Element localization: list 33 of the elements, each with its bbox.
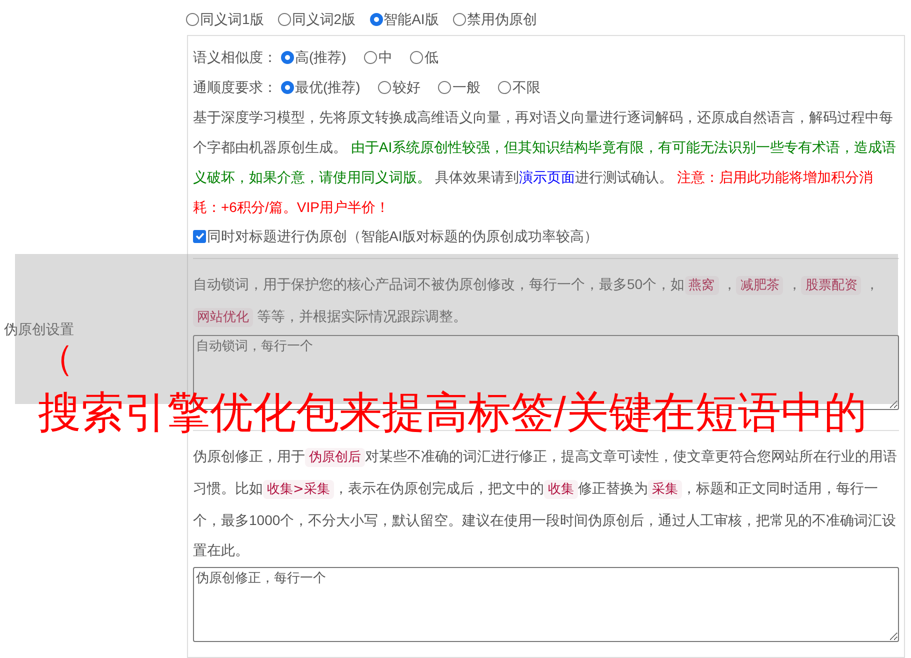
radio-button[interactable] [498,80,512,94]
radio-button[interactable] [281,80,294,94]
radio-button[interactable] [452,12,466,26]
option-label[interactable]: 同义词1版 [200,8,264,30]
radio-button[interactable] [281,50,294,64]
radio-button[interactable] [364,50,378,64]
option-label[interactable]: 一般 [452,76,480,98]
checkbox[interactable] [193,230,206,242]
section-label: 伪原创设置 [4,320,74,338]
checkbox-label[interactable]: 同时对标题进行伪原创（智能AI版对标题的伪原创成功率较高） [207,226,598,246]
lock-words-description: 自动锁词，用于保护您的核心产品词不被伪原创修改，每行一个，最多50个，如 燕窝 ， 减肥茶 ， 股票配资 ， 网站优化 等等，并根据实际情况跟踪调整。 [193,275,880,329]
radio-button[interactable] [370,12,383,26]
option-label[interactable]: 较好 [392,76,420,98]
option-label[interactable]: 同义词2版 [292,8,356,30]
option-label[interactable]: 智能AI版 [384,8,439,30]
radio-button[interactable] [278,12,291,26]
option-label[interactable]: 最优(推荐) [295,76,360,98]
radio-button[interactable] [438,80,452,94]
option-label[interactable]: 中 [378,46,392,68]
option-label[interactable]: 不限 [512,76,540,98]
correction-description: 伪原创修正，用于 伪原创后 对某些不准确的词汇进行修正，提高文章可读性，使文章更符合您网站所在行业的用语习惯。比如 收集>采集 ，表示在伪原创完成后，把文中的 收集 修正替换为 采集 ，标题和正文同时适用，每行一个，最多1000个，不分大小写，默认留空。建议在使用一段时间伪原创后，通过人工审核，把常见的不准确词汇设置在此。 [193,447,898,560]
radio-button[interactable] [410,50,424,64]
setting-label: 语义相似度： [193,48,277,66]
option-label[interactable]: 低 [424,46,438,68]
bracket-overlay: （ [38,340,74,376]
radio-button[interactable] [378,80,392,94]
option-label[interactable]: 禁用伪原创 [466,8,537,30]
demo-page-link[interactable]: 演示页面 [518,169,575,185]
radio-button[interactable] [186,12,199,26]
option-label[interactable]: 高(推荐) [295,46,346,68]
correction-field[interactable]: 伪原创修正，每行一个 [193,567,899,642]
setting-label: 通顺度要求： [193,78,277,96]
ai-description: 基于深度学习模型，先将原文转换成高维语义向量，再对语义向量进行逐词解码，还原成自然语言，解码过程中每个字都由机器原创生成。 由于AI系统原创性较强，但其知识结构毕竟有限，有可能无法识别一些专有术语，造成语义破坏，如果介意，请使用同义词版。 具体效果请到演示页面进行测试确认。 注意：启用此功能将增加积分消耗：+6积分/篇。VIP用户半价！ [193,108,898,217]
